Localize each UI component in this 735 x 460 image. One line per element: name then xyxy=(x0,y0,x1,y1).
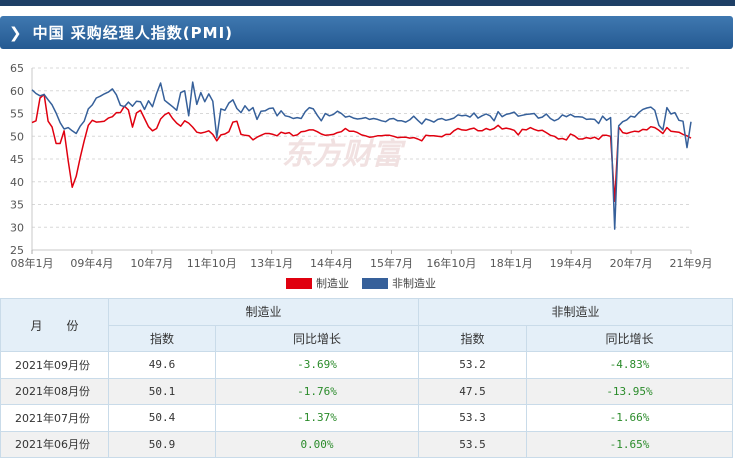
mfg-group-header: 制造业 xyxy=(108,298,419,326)
month-cell: 2021年06月份 xyxy=(0,430,109,458)
chart-header: ❯ 中国 采购经理人指数(PMI) xyxy=(0,16,733,49)
table-row: 2021年09月份 49.6 -3.69% 53.2 -4.83% xyxy=(0,351,733,379)
pmi-table: 月 份 制造业 非制造业 指数 同比增长 指数 同比增长 2021年09月份 4… xyxy=(0,298,733,458)
mfg-yoy-cell: -1.76% xyxy=(215,377,419,405)
x-tick-label: 08年1月 xyxy=(11,256,54,270)
y-axis-ticks: 25 30 35 40 45 50 55 60 65 xyxy=(10,62,24,257)
table-row: 2021年07月份 50.4 -1.37% 53.3 -1.66% xyxy=(0,404,733,432)
mfg-index-cell: 50.9 xyxy=(108,430,216,458)
legend-swatch xyxy=(362,278,388,289)
nonmfg-yoy-cell: -1.66% xyxy=(526,404,733,432)
month-cell: 2021年08月份 xyxy=(0,377,109,405)
y-tick-label: 45 xyxy=(10,153,24,166)
y-tick-label: 25 xyxy=(10,244,24,257)
month-header: 月 份 xyxy=(0,298,109,352)
nonmfg-index-header: 指数 xyxy=(418,324,527,352)
y-tick-label: 30 xyxy=(10,221,24,234)
nonmfg-yoy-cell: -4.83% xyxy=(526,351,733,379)
watermark: 东方财富 xyxy=(282,137,406,172)
y-tick-label: 60 xyxy=(10,85,24,98)
nonmfg-yoy-header: 同比增长 xyxy=(526,324,733,352)
mfg-yoy-cell: -1.37% xyxy=(215,404,419,432)
nonmfg-index-cell: 53.2 xyxy=(418,351,527,379)
nonmfg-index-cell: 47.5 xyxy=(418,377,527,405)
chevron-right-icon: ❯ xyxy=(9,23,22,42)
y-tick-label: 50 xyxy=(10,130,24,143)
x-tick-label: 09年4月 xyxy=(70,256,113,270)
mfg-index-cell: 49.6 xyxy=(108,351,216,379)
x-tick-label: 18年1月 xyxy=(490,256,533,270)
legend-label: 非制造业 xyxy=(392,276,436,290)
y-tick-label: 35 xyxy=(10,199,24,212)
x-tick-label: 16年10月 xyxy=(426,256,476,270)
nonmfg-index-cell: 53.5 xyxy=(418,430,527,458)
x-tick-label: 10年7月 xyxy=(130,256,173,270)
legend-swatch xyxy=(286,278,312,289)
table-row: 2021年08月份 50.1 -1.76% 47.5 -13.95% xyxy=(0,377,733,405)
x-tick-label: 20年7月 xyxy=(610,256,653,270)
pmi-line-chart: 25 30 35 40 45 50 55 60 65 08年1月 09年4月 10年7月 11年10月… xyxy=(10,62,713,290)
x-tick-label: 21年9月 xyxy=(670,256,713,270)
y-tick-label: 40 xyxy=(10,176,24,189)
x-tick-label: 14年4月 xyxy=(310,256,353,270)
chart-legend: 制造业 非制造业 xyxy=(286,276,436,290)
nonmfg-group-header: 非制造业 xyxy=(418,298,733,326)
mfg-index-cell: 50.1 xyxy=(108,377,216,405)
mfg-yoy-header: 同比增长 xyxy=(215,324,419,352)
x-tick-label: 11年10月 xyxy=(187,256,237,270)
mfg-yoy-cell: -3.69% xyxy=(215,351,419,379)
top-border xyxy=(0,0,735,6)
y-tick-label: 65 xyxy=(10,62,24,75)
x-tick-label: 13年1月 xyxy=(250,256,293,270)
table-row: 2021年06月份 50.9 0.00% 53.5 -1.65% xyxy=(0,430,733,458)
x-axis-ticks: 08年1月 09年4月 10年7月 11年10月 13年1月 14年4月 15年7月 16年1… xyxy=(11,250,713,270)
y-tick-label: 55 xyxy=(10,108,24,121)
legend-label: 制造业 xyxy=(316,276,349,290)
x-tick-label: 15年7月 xyxy=(370,256,413,270)
mfg-yoy-cell: 0.00% xyxy=(215,430,419,458)
mfg-index-header: 指数 xyxy=(108,324,216,352)
nonmfg-yoy-cell: -13.95% xyxy=(526,377,733,405)
nonmfg-index-cell: 53.3 xyxy=(418,404,527,432)
mfg-index-cell: 50.4 xyxy=(108,404,216,432)
month-cell: 2021年09月份 xyxy=(0,351,109,379)
x-tick-label: 19年4月 xyxy=(550,256,593,270)
month-cell: 2021年07月份 xyxy=(0,404,109,432)
page-title: 中国 采购经理人指数(PMI) xyxy=(32,24,234,42)
nonmfg-yoy-cell: -1.65% xyxy=(526,430,733,458)
